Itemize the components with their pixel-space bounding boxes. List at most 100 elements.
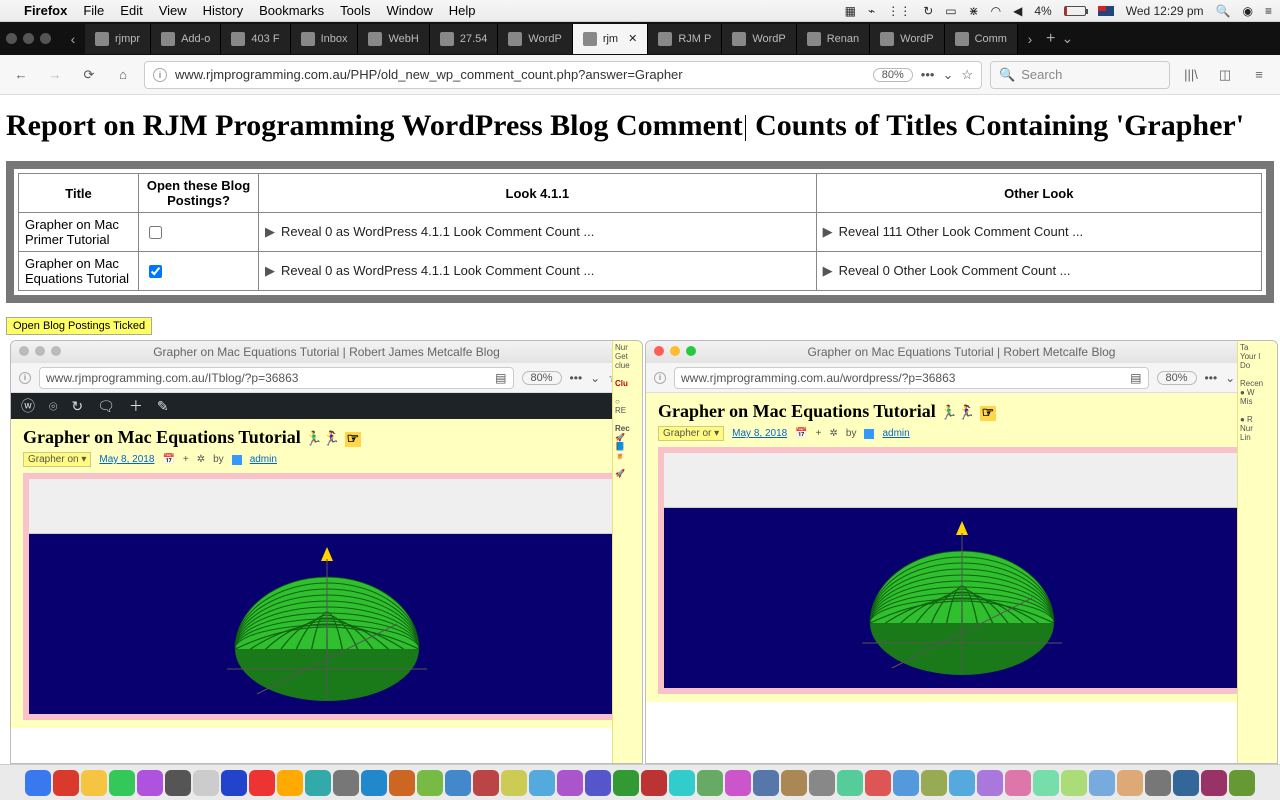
menu-file[interactable]: File	[83, 3, 104, 18]
traffic-lights[interactable]	[654, 346, 696, 356]
browser-tab[interactable]: WordP	[498, 24, 572, 54]
open-checkbox[interactable]	[149, 226, 162, 239]
edit-icon[interactable]: ✎	[157, 398, 169, 415]
search-box[interactable]: 🔍 Search	[990, 61, 1170, 89]
notification-center-icon[interactable]: ≡	[1265, 4, 1272, 18]
traffic-lights[interactable]	[19, 346, 61, 356]
zoom-level[interactable]: 80%	[1157, 371, 1197, 385]
menu-edit[interactable]: Edit	[120, 3, 142, 18]
tabs-dropdown[interactable]: ⌄	[1055, 30, 1079, 47]
dock-app-icon[interactable]	[585, 770, 611, 796]
address-bar[interactable]: i www.rjmprogramming.com.au/PHP/old_new_…	[144, 61, 982, 89]
back-button[interactable]: ←	[8, 62, 34, 88]
open-postings-button[interactable]: Open Blog Postings Ticked	[6, 317, 152, 335]
dock-app-icon[interactable]	[921, 770, 947, 796]
dock-app-icon[interactable]	[1201, 770, 1227, 796]
new-tab-button[interactable]: +	[1046, 30, 1055, 48]
dock-app-icon[interactable]	[473, 770, 499, 796]
dock-app-icon[interactable]	[781, 770, 807, 796]
site-info-icon[interactable]: i	[654, 372, 666, 384]
pocket-icon[interactable]: ⌄	[590, 371, 600, 385]
browser-tab[interactable]: Inbox	[291, 24, 359, 54]
display-icon[interactable]: ▭	[945, 4, 956, 18]
post-date[interactable]: May 8, 2018	[99, 454, 154, 465]
open-checkbox[interactable]	[149, 265, 162, 278]
menu-window[interactable]: Window	[387, 3, 433, 18]
dock-app-icon[interactable]	[305, 770, 331, 796]
menubar-icon[interactable]: ▦	[845, 4, 856, 18]
dock-app-icon[interactable]	[865, 770, 891, 796]
cell-look[interactable]: ▶Reveal 0 as WordPress 4.1.1 Look Commen…	[259, 213, 817, 252]
browser-tab[interactable]: 403 F	[221, 24, 290, 54]
dock-app-icon[interactable]	[1145, 770, 1171, 796]
dock-app-icon[interactable]	[221, 770, 247, 796]
pocket-icon[interactable]: ⌄	[1225, 371, 1235, 385]
browser-tab[interactable]: RJM P	[648, 24, 722, 54]
dock-app-icon[interactable]	[641, 770, 667, 796]
dock-app-icon[interactable]	[501, 770, 527, 796]
bookmark-star-icon[interactable]: ☆	[961, 67, 973, 83]
cell-other[interactable]: ▶Reveal 0 Other Look Comment Count ...	[816, 252, 1261, 291]
forward-button[interactable]: →	[42, 62, 68, 88]
page-action-icon[interactable]: •••	[921, 67, 935, 82]
sidebar-icon[interactable]: ◫	[1212, 67, 1238, 83]
dock-app-icon[interactable]	[25, 770, 51, 796]
page-action-icon[interactable]: •••	[1205, 371, 1218, 385]
mini-address-bar[interactable]: www.rjmprogramming.com.au/wordpress/?p=3…	[674, 367, 1149, 389]
dock-app-icon[interactable]	[1089, 770, 1115, 796]
volume-icon[interactable]: ◀	[1013, 4, 1022, 18]
dock-app-icon[interactable]	[389, 770, 415, 796]
dock-app-icon[interactable]	[725, 770, 751, 796]
dock-app-icon[interactable]	[529, 770, 555, 796]
dock-app-icon[interactable]	[165, 770, 191, 796]
wifi-icon[interactable]: ◠	[991, 4, 1001, 18]
bluetooth-icon[interactable]: ⋇	[969, 4, 979, 18]
site-info-icon[interactable]: i	[153, 68, 167, 82]
new-icon[interactable]: ＋	[129, 396, 143, 416]
browser-tab[interactable]: Comm	[945, 24, 1018, 54]
cell-other[interactable]: ▶Reveal 111 Other Look Comment Count ...	[816, 213, 1261, 252]
window-controls[interactable]	[6, 33, 51, 44]
wp-admin-bar[interactable]: ⓦ⌾↻🗨＋✎	[11, 393, 642, 419]
reader-icon[interactable]: ▤	[495, 371, 506, 385]
browser-tab[interactable]: 27.54	[430, 24, 499, 54]
menu-view[interactable]: View	[159, 3, 187, 18]
site-info-icon[interactable]: i	[19, 372, 31, 384]
app-name[interactable]: Firefox	[24, 3, 67, 18]
pocket-icon[interactable]: ⌄	[942, 67, 953, 83]
author-link[interactable]: admin	[882, 428, 909, 439]
plus-icon[interactable]: +	[183, 454, 189, 465]
menubar-icon[interactable]: ⌁	[868, 4, 875, 18]
browser-tab[interactable]: WebH	[358, 24, 429, 54]
window-titlebar[interactable]: Grapher on Mac Equations Tutorial | Robe…	[646, 341, 1277, 363]
dock-app-icon[interactable]	[753, 770, 779, 796]
dock-app-icon[interactable]	[949, 770, 975, 796]
comments-icon[interactable]: 🗨	[97, 398, 115, 415]
author-link[interactable]: admin	[250, 454, 277, 465]
menu-history[interactable]: History	[203, 3, 243, 18]
zoom-level[interactable]: 80%	[873, 68, 913, 82]
dock-app-icon[interactable]	[1033, 770, 1059, 796]
macos-dock[interactable]	[0, 764, 1280, 800]
dock-app-icon[interactable]	[837, 770, 863, 796]
category-tag[interactable]: Grapher on ▾	[23, 452, 91, 467]
dock-app-icon[interactable]	[613, 770, 639, 796]
menu-tools[interactable]: Tools	[340, 3, 370, 18]
dock-app-icon[interactable]	[193, 770, 219, 796]
siri-icon[interactable]: ◉	[1243, 4, 1253, 18]
dock-app-icon[interactable]	[333, 770, 359, 796]
dock-app-icon[interactable]	[1061, 770, 1087, 796]
library-icon[interactable]: |||\	[1178, 67, 1204, 82]
browser-tab[interactable]: Add-o	[151, 24, 221, 54]
plus-icon[interactable]: +	[816, 428, 822, 439]
dock-app-icon[interactable]	[445, 770, 471, 796]
dock-app-icon[interactable]	[53, 770, 79, 796]
menu-bookmarks[interactable]: Bookmarks	[259, 3, 324, 18]
reload-button[interactable]: ⟳	[76, 62, 102, 88]
dock-app-icon[interactable]	[1117, 770, 1143, 796]
spotlight-icon[interactable]: 🔍	[1216, 4, 1231, 18]
app-menu-icon[interactable]: ≡	[1246, 67, 1272, 82]
dock-app-icon[interactable]	[277, 770, 303, 796]
cell-look[interactable]: ▶Reveal 0 as WordPress 4.1.1 Look Commen…	[259, 252, 817, 291]
tabs-scroll-left[interactable]: ‹	[61, 31, 85, 47]
